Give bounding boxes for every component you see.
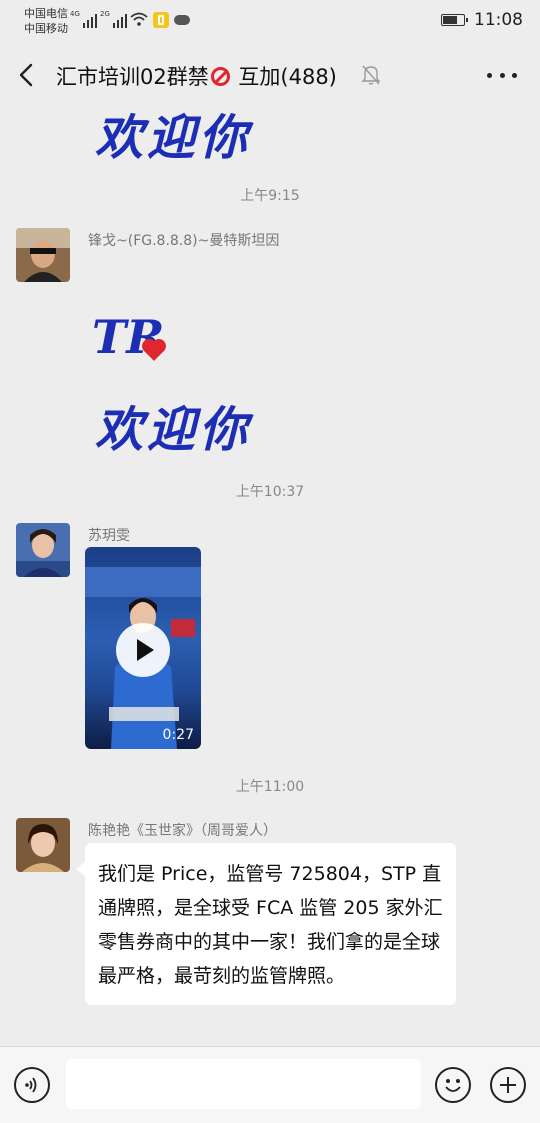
timestamp: 上午11:00	[235, 779, 305, 795]
status-bar: 中国电信 中国移动 4G 2G 11:08	[0, 0, 540, 44]
carrier-2: 中国移动	[24, 22, 68, 35]
avatar[interactable]	[16, 818, 70, 872]
message-list[interactable]: 欢迎你 上午9:15 锋戈~(FG.8.8.8)~曼特斯坦因 TR 欢迎你 上午…	[0, 106, 540, 1046]
clock: 11:08	[474, 10, 523, 30]
notification-app-icon	[153, 12, 169, 28]
welcome-sticker[interactable]: 欢迎你	[95, 390, 251, 460]
chat-header: 汇市培训02群禁 互加(488)	[0, 44, 540, 106]
video-duration: 0:27	[162, 727, 194, 743]
welcome-sticker[interactable]: 欢迎你	[95, 106, 251, 168]
chat-title: 汇市培训02群禁 互加(488)	[56, 61, 337, 91]
avatar[interactable]	[16, 228, 70, 282]
timestamp: 上午10:37	[235, 484, 305, 500]
battery-fill	[443, 16, 457, 24]
sender-name: 锋戈~(FG.8.8.8)~曼特斯坦因	[88, 233, 280, 249]
carrier-labels: 中国电信 中国移动	[24, 6, 68, 36]
wifi-icon	[130, 12, 148, 26]
avatar[interactable]	[16, 523, 70, 577]
network-type-1: 4G	[70, 10, 80, 18]
cloud-icon	[174, 15, 190, 25]
emoji-icon[interactable]	[435, 1067, 471, 1103]
carrier-1: 中国电信	[24, 7, 68, 20]
input-bar	[0, 1046, 540, 1123]
plus-icon[interactable]	[490, 1067, 526, 1103]
message-input[interactable]	[66, 1059, 421, 1109]
chat-title-name: 汇市培训02群禁	[56, 65, 209, 89]
signal-1-icon: 4G	[70, 10, 97, 28]
no-entry-icon	[210, 67, 230, 86]
timestamp: 上午9:15	[240, 188, 300, 204]
chat-title-count: 互加(488)	[231, 65, 337, 89]
voice-icon[interactable]	[14, 1067, 50, 1103]
network-type-2: 2G	[100, 10, 110, 18]
mute-bell-icon	[361, 65, 381, 85]
signal-2-icon: 2G	[100, 10, 127, 28]
sender-name: 陈艳艳《玉世家》（周哥爱人）	[88, 823, 277, 839]
message-bubble[interactable]: 我们是 Price，监管号 725804，STP 直通牌照，是全球受 FCA 监…	[76, 843, 456, 1005]
battery-icon	[441, 14, 468, 26]
play-icon[interactable]	[116, 623, 170, 677]
video-message[interactable]: 0:27	[85, 547, 201, 749]
more-icon[interactable]	[487, 73, 517, 79]
sender-name: 苏玥雯	[88, 528, 130, 544]
back-arrow-icon[interactable]	[14, 62, 40, 88]
